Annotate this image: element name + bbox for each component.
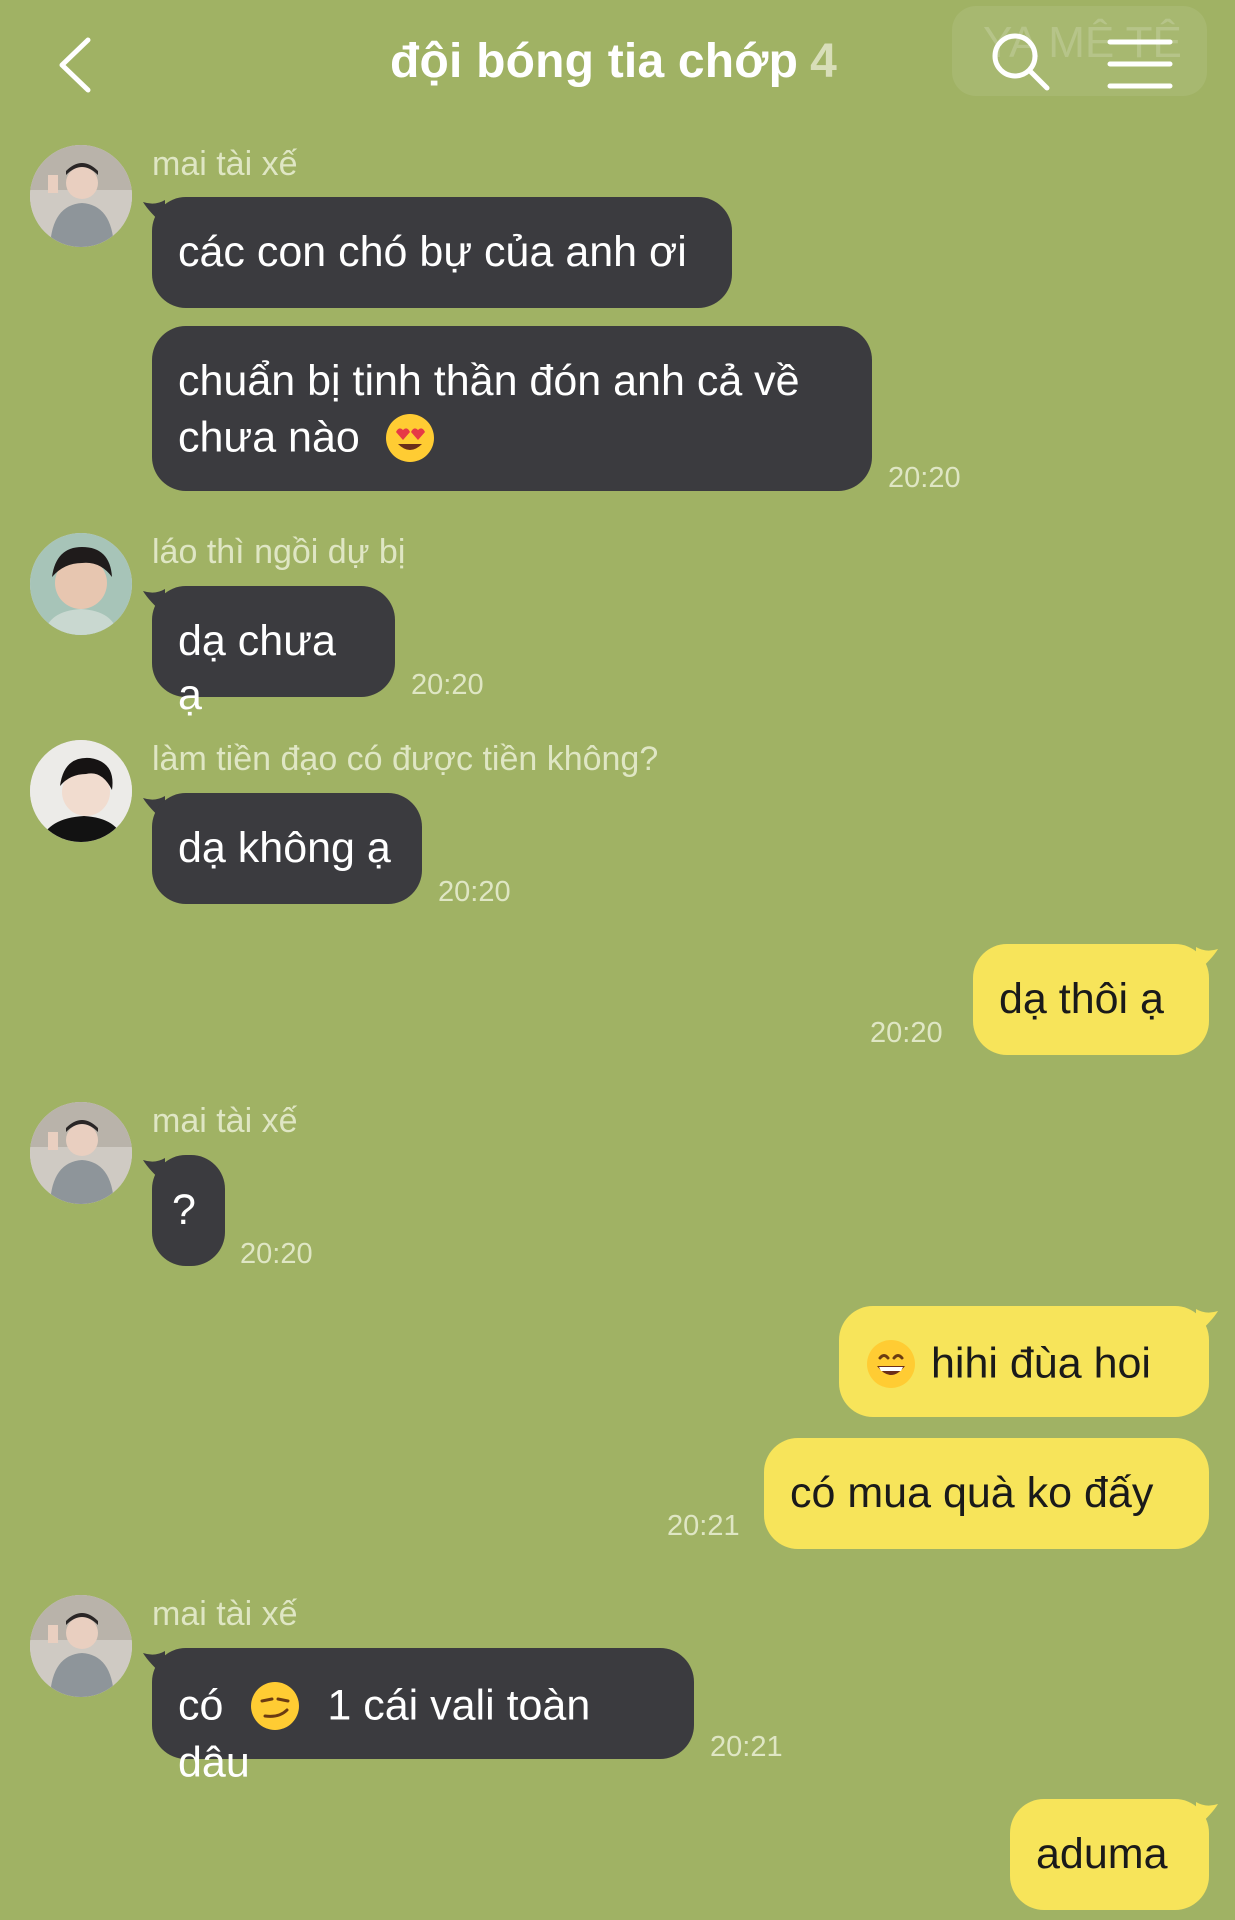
- bubble-tail: [1196, 947, 1218, 973]
- message-bubble[interactable]: có 1 cái vali toàn dâu: [152, 1648, 694, 1786]
- message-bubble[interactable]: có mua quà ko đấy: [764, 1438, 1209, 1549]
- message-bubble[interactable]: hihi đùa hoi: [839, 1306, 1209, 1417]
- avatar-lam-tien-dao[interactable]: [30, 740, 132, 842]
- message-bubble[interactable]: chuẩn bị tinh thần đón anh cả về chưa nà…: [152, 326, 872, 491]
- message-line: chưa nào: [178, 408, 846, 465]
- message-text: aduma: [1036, 1830, 1168, 1878]
- chat-screen: đội bóng tia chớp 4 YA MÊ TÊ mai tài xế …: [0, 0, 1235, 1920]
- message-time: 20:21: [667, 1510, 740, 1542]
- sender-name: láo thì ngồi dự bị: [152, 533, 406, 571]
- sender-name: làm tiền đạo có được tiền không?: [152, 740, 659, 778]
- message-bubble[interactable]: dạ thôi ạ: [973, 944, 1209, 1055]
- message-text: 1 cái vali toàn dâu: [178, 1681, 591, 1787]
- message-text: có: [178, 1681, 224, 1730]
- avatar-mai-tai-xe[interactable]: [30, 145, 132, 247]
- message-time: 20:20: [438, 876, 511, 908]
- message-time: 20:21: [710, 1731, 783, 1763]
- avatar-mai-tai-xe[interactable]: [30, 1595, 132, 1697]
- bubble-tail: [1196, 1802, 1218, 1828]
- chat-header: đội bóng tia chớp 4 YA MÊ TÊ: [0, 0, 1235, 130]
- hamburger-menu-icon: [1107, 39, 1173, 89]
- sender-name: mai tài xế: [152, 1102, 298, 1140]
- sender-name: mai tài xế: [152, 145, 298, 183]
- chevron-left-icon: [59, 37, 91, 93]
- chat-title: đội bóng tia chớp 4: [390, 34, 837, 89]
- member-count: 4: [810, 35, 838, 88]
- message-bubble[interactable]: các con chó bự của anh ơi: [152, 197, 732, 308]
- message-text: chưa nào: [178, 413, 360, 462]
- message-text: ?: [172, 1186, 196, 1234]
- message-text: dạ chưa ạ: [178, 617, 336, 719]
- back-button[interactable]: [48, 30, 108, 100]
- message-time: 20:20: [870, 1017, 943, 1049]
- message-text: dạ thôi ạ: [999, 975, 1164, 1023]
- menu-button[interactable]: [1105, 34, 1175, 94]
- message-time: 20:20: [411, 669, 484, 701]
- search-button[interactable]: [987, 28, 1057, 98]
- message-time: 20:20: [240, 1238, 313, 1270]
- message-bubble[interactable]: aduma: [1010, 1799, 1209, 1910]
- group-name: đội bóng tia chớp: [390, 35, 799, 88]
- search-icon: [992, 33, 1050, 91]
- message-bubble[interactable]: ?: [152, 1155, 225, 1266]
- sender-name: mai tài xế: [152, 1595, 298, 1633]
- message-bubble[interactable]: dạ không ạ: [152, 793, 422, 904]
- bubble-tail: [1196, 1309, 1218, 1335]
- smirk-emoji-icon: [251, 1681, 300, 1730]
- message-text: hihi đùa hoi: [931, 1339, 1151, 1388]
- grinning-emoji-icon: [867, 1339, 915, 1388]
- message-text: có mua quà ko đấy: [790, 1469, 1154, 1517]
- avatar-mai-tai-xe[interactable]: [30, 1102, 132, 1204]
- avatar-lao-thi-ngoi-du-bi[interactable]: [30, 533, 132, 635]
- message-text: các con chó bự của anh ơi: [178, 228, 687, 276]
- heart-eyes-emoji-icon: [385, 413, 434, 462]
- message-time: 20:20: [888, 462, 961, 494]
- message-text: dạ không ạ: [178, 824, 391, 872]
- message-bubble[interactable]: dạ chưa ạ: [152, 586, 395, 719]
- message-text: chuẩn bị tinh thần đón anh cả về: [178, 357, 800, 405]
